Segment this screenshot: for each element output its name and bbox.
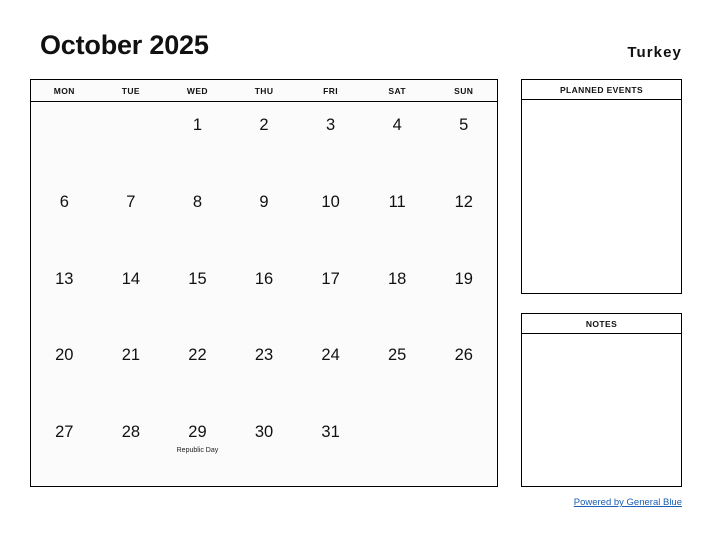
day-cell[interactable]: 27 xyxy=(31,409,98,486)
day-number: 28 xyxy=(121,423,141,442)
day-number: 5 xyxy=(459,116,469,134)
day-cell[interactable]: 12 xyxy=(430,179,497,256)
day-number: 27 xyxy=(55,423,74,442)
day-cell[interactable]: 18 xyxy=(364,256,431,333)
day-cell[interactable]: 17 xyxy=(297,256,364,333)
weekday-header-mon: MON xyxy=(53,85,75,96)
day-number: 29 xyxy=(188,423,207,442)
day-number: 23 xyxy=(254,346,274,365)
notes-title: NOTES xyxy=(522,314,681,334)
day-cell[interactable]: 1 xyxy=(164,102,231,179)
day-cell[interactable] xyxy=(98,102,165,179)
day-number: 31 xyxy=(321,423,340,442)
day-number: 19 xyxy=(454,269,473,288)
day-cell[interactable]: 30 xyxy=(231,409,298,486)
day-cell[interactable]: 6 xyxy=(31,179,98,256)
day-cell[interactable] xyxy=(31,102,98,179)
day-number: 14 xyxy=(121,269,141,288)
day-number: 4 xyxy=(392,116,402,134)
week-row: 6 7 8 9 10 11 12 xyxy=(31,179,497,256)
day-number: 24 xyxy=(321,346,340,365)
notes-body[interactable] xyxy=(522,334,681,486)
day-number: 22 xyxy=(188,346,207,365)
day-cell[interactable]: 19 xyxy=(430,256,497,333)
planned-events-body[interactable] xyxy=(522,100,681,293)
day-cell[interactable]: 5 xyxy=(430,102,497,179)
day-cell[interactable]: 20 xyxy=(31,332,98,409)
planned-events-panel: PLANNED EVENTS xyxy=(521,79,682,294)
weekday-header-sun: SUN xyxy=(454,85,474,96)
day-cell[interactable]: 29 Republic Day xyxy=(164,409,231,486)
notes-panel: NOTES xyxy=(521,313,682,487)
day-number: 8 xyxy=(192,192,203,211)
week-row: 20 21 22 23 24 25 26 xyxy=(31,332,497,409)
day-cell[interactable] xyxy=(364,409,431,486)
weekday-header-thu: THU xyxy=(254,85,274,96)
day-cell[interactable]: 24 xyxy=(297,332,364,409)
day-cell[interactable]: 8 xyxy=(164,179,231,256)
day-number: 30 xyxy=(254,423,274,442)
day-cell[interactable]: 2 xyxy=(231,102,298,179)
page-title: October 2025 xyxy=(40,30,209,60)
day-cell[interactable]: 13 xyxy=(31,256,98,333)
day-cell[interactable]: 25 xyxy=(364,332,431,409)
day-cell[interactable] xyxy=(430,409,497,486)
day-cell[interactable]: 21 xyxy=(98,332,165,409)
day-number: 13 xyxy=(55,269,74,288)
weekday-header-tue: TUE xyxy=(121,85,140,96)
calendar-grid: MON TUE WED THU FRI SAT SUN 1 2 3 4 5 6 … xyxy=(30,79,498,487)
day-cell[interactable]: 22 xyxy=(164,332,231,409)
powered-by-link[interactable]: Powered by General Blue xyxy=(574,497,682,508)
day-event-label: Republic Day xyxy=(176,446,219,454)
day-cell[interactable]: 16 xyxy=(231,256,298,333)
day-number: 1 xyxy=(192,116,203,134)
day-cell[interactable]: 9 xyxy=(231,179,298,256)
day-number: 16 xyxy=(254,269,274,288)
day-number: 2 xyxy=(259,116,269,134)
day-number: 26 xyxy=(454,346,473,365)
day-cell[interactable]: 3 xyxy=(297,102,364,179)
day-number: 21 xyxy=(121,346,141,365)
day-cell[interactable]: 31 xyxy=(297,409,364,486)
day-number: 6 xyxy=(59,192,69,211)
day-cell[interactable]: 15 xyxy=(164,256,231,333)
day-number: 10 xyxy=(321,192,340,211)
weekday-header-row: MON TUE WED THU FRI SAT SUN xyxy=(31,80,497,102)
day-cell[interactable]: 4 xyxy=(364,102,431,179)
weekday-header-fri: FRI xyxy=(323,85,339,96)
weekday-header-wed: WED xyxy=(186,85,208,96)
week-row: 13 14 15 16 17 18 19 xyxy=(31,256,497,333)
day-number: 20 xyxy=(55,346,74,365)
day-cell[interactable]: 26 xyxy=(430,332,497,409)
weekday-header-sat: SAT xyxy=(388,85,406,96)
planned-events-title: PLANNED EVENTS xyxy=(522,80,681,100)
week-row: 1 2 3 4 5 xyxy=(31,102,497,179)
day-cell[interactable]: 7 xyxy=(98,179,165,256)
day-cell[interactable]: 23 xyxy=(231,332,298,409)
day-number: 12 xyxy=(454,192,473,211)
day-number: 25 xyxy=(388,346,407,365)
calendar-weeks: 1 2 3 4 5 6 7 8 9 10 11 12 13 14 15 16 1… xyxy=(31,102,497,486)
page-header: October 2025 Turkey xyxy=(0,0,712,79)
day-number: 15 xyxy=(188,269,207,288)
day-number: 11 xyxy=(388,192,406,211)
day-number: 18 xyxy=(388,269,407,288)
day-number: 7 xyxy=(126,192,136,211)
week-row: 27 28 29 Republic Day 30 31 xyxy=(31,409,497,486)
day-cell[interactable]: 11 xyxy=(364,179,431,256)
day-number: 9 xyxy=(259,192,269,211)
day-cell[interactable]: 28 xyxy=(98,409,165,486)
day-cell[interactable]: 14 xyxy=(98,256,165,333)
day-cell[interactable]: 10 xyxy=(297,179,364,256)
country-label: Turkey xyxy=(627,44,682,61)
day-number: 3 xyxy=(326,116,336,134)
day-number: 17 xyxy=(321,269,340,288)
